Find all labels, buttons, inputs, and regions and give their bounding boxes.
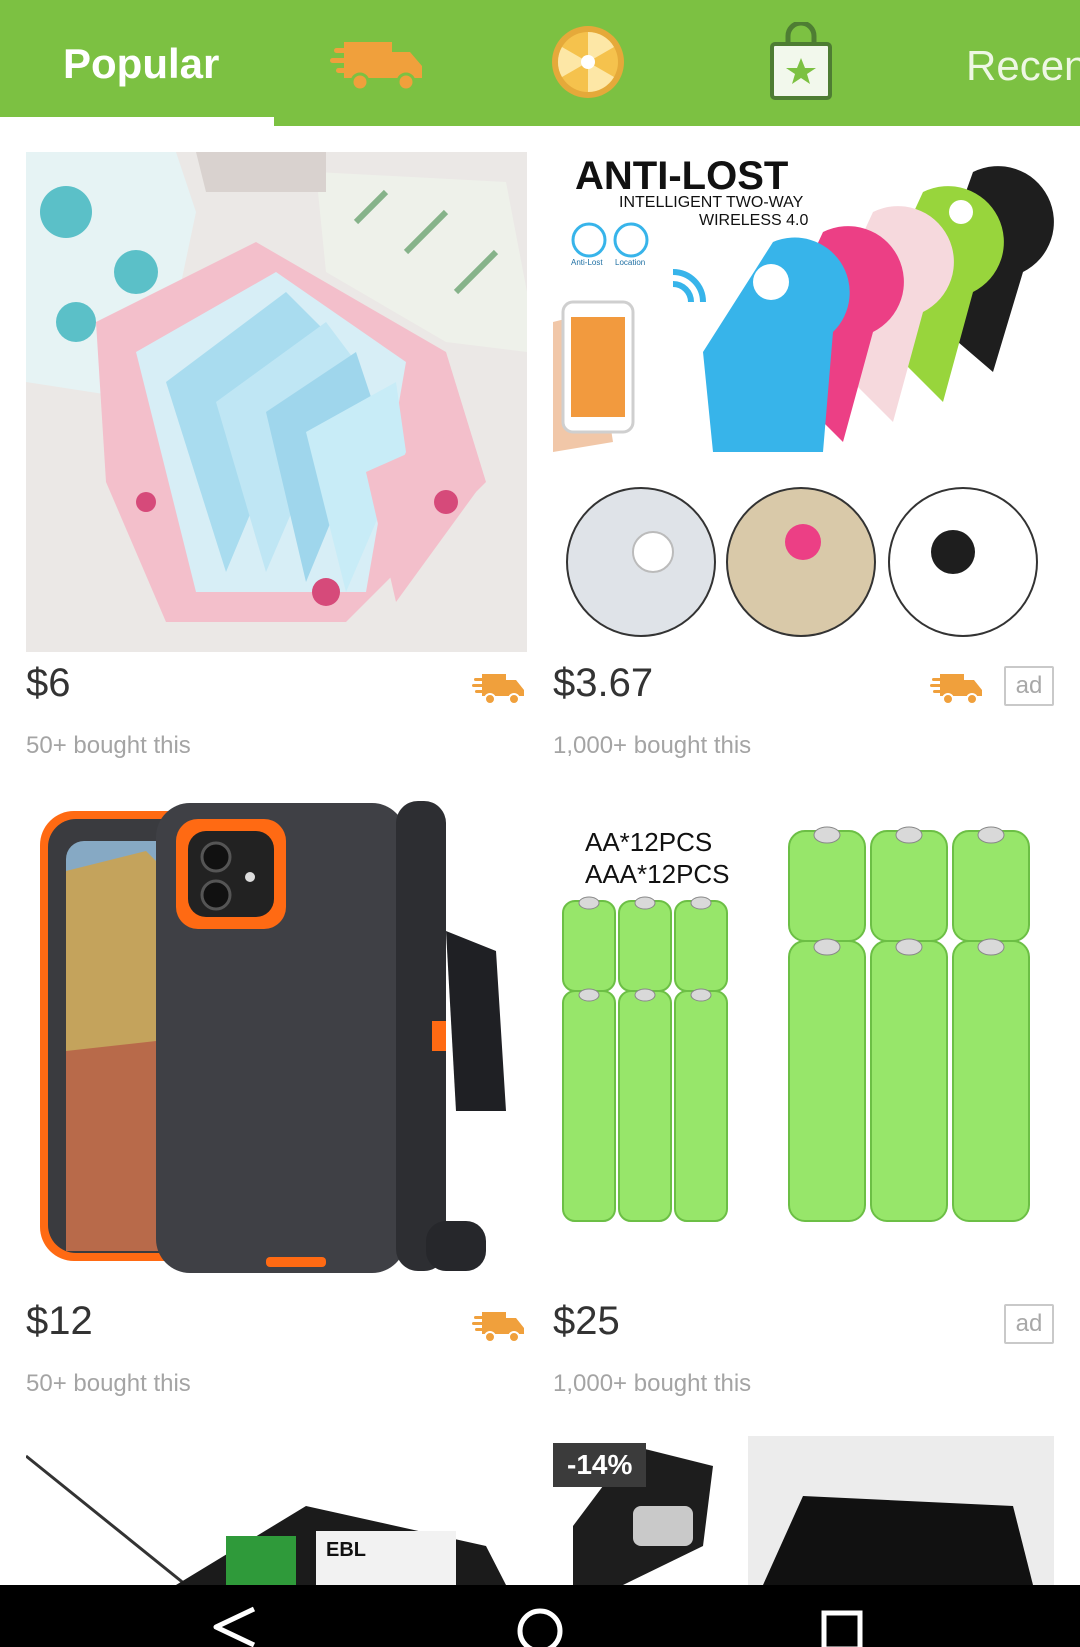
product-card[interactable]: $6 50+ bought this: [0, 126, 540, 776]
fast-shipping-icon: [330, 42, 422, 92]
fast-shipping-icon: [472, 1312, 524, 1343]
tab-prize-wheel[interactable]: [548, 22, 628, 102]
tab-popular[interactable]: Popular: [0, 0, 274, 126]
discount-badge: -14%: [553, 1443, 647, 1487]
image-caption: Anti-Lost: [571, 258, 603, 267]
image-subtitle: INTELLIGENT TWO-WAY: [619, 194, 804, 211]
fast-shipping-icon: [930, 674, 982, 705]
image-caption: Location: [615, 258, 646, 267]
shopping-bag-icon: [770, 20, 832, 100]
back-icon[interactable]: [210, 1605, 260, 1647]
image-subtitle: WIRELESS 4.0: [699, 212, 809, 229]
category-tab-bar: Popular Recen: [0, 0, 1080, 126]
product-price: $3.67: [553, 661, 654, 705]
product-card[interactable]: ANTI-LOST INTELLIGENT TWO-WAY WIRELESS 4…: [540, 126, 1080, 776]
product-image: EBL: [26, 1436, 527, 1585]
ad-badge: ad: [1004, 666, 1054, 706]
svg-text:EBL: EBL: [326, 1539, 366, 1561]
product-card[interactable]: AA*12PCS AAA*12PCS $25 ad 1,000+ bought …: [540, 776, 1080, 1416]
fast-shipping-icon: [472, 674, 524, 705]
product-card[interactable]: -14%: [540, 1416, 1080, 1585]
image-text: AA*12PCS: [585, 827, 713, 857]
product-image: AA*12PCS AAA*12PCS: [553, 791, 1054, 1291]
ad-badge: ad: [1004, 1304, 1054, 1344]
bought-count: 50+ bought this: [26, 732, 191, 759]
image-text: AAA*12PCS: [585, 859, 730, 889]
tab-recent-label[interactable]: Recen: [966, 42, 1080, 90]
bought-count: 1,000+ bought this: [553, 732, 752, 759]
product-price: $12: [26, 1299, 93, 1343]
product-card[interactable]: EBL: [0, 1416, 540, 1585]
tab-shopping-bag[interactable]: [766, 20, 836, 102]
active-tab-indicator: [0, 117, 274, 126]
image-title: ANTI-LOST: [575, 154, 789, 198]
product-price: $25: [553, 1299, 620, 1343]
wheel-icon: [552, 26, 624, 98]
system-navigation-bar: [0, 1585, 1080, 1647]
tab-fast-shipping[interactable]: [330, 22, 430, 102]
recents-icon[interactable]: [820, 1607, 864, 1647]
product-image: [26, 791, 527, 1291]
bought-count: 1,000+ bought this: [553, 1370, 752, 1397]
product-image: ANTI-LOST INTELLIGENT TWO-WAY WIRELESS 4…: [553, 152, 1054, 652]
home-icon[interactable]: [515, 1605, 565, 1647]
product-card[interactable]: $12 50+ bought this: [0, 776, 540, 1416]
product-price: $6: [26, 661, 71, 705]
product-image: [26, 152, 527, 652]
bought-count: 50+ bought this: [26, 1370, 191, 1397]
tab-popular-label: Popular: [63, 40, 220, 87]
